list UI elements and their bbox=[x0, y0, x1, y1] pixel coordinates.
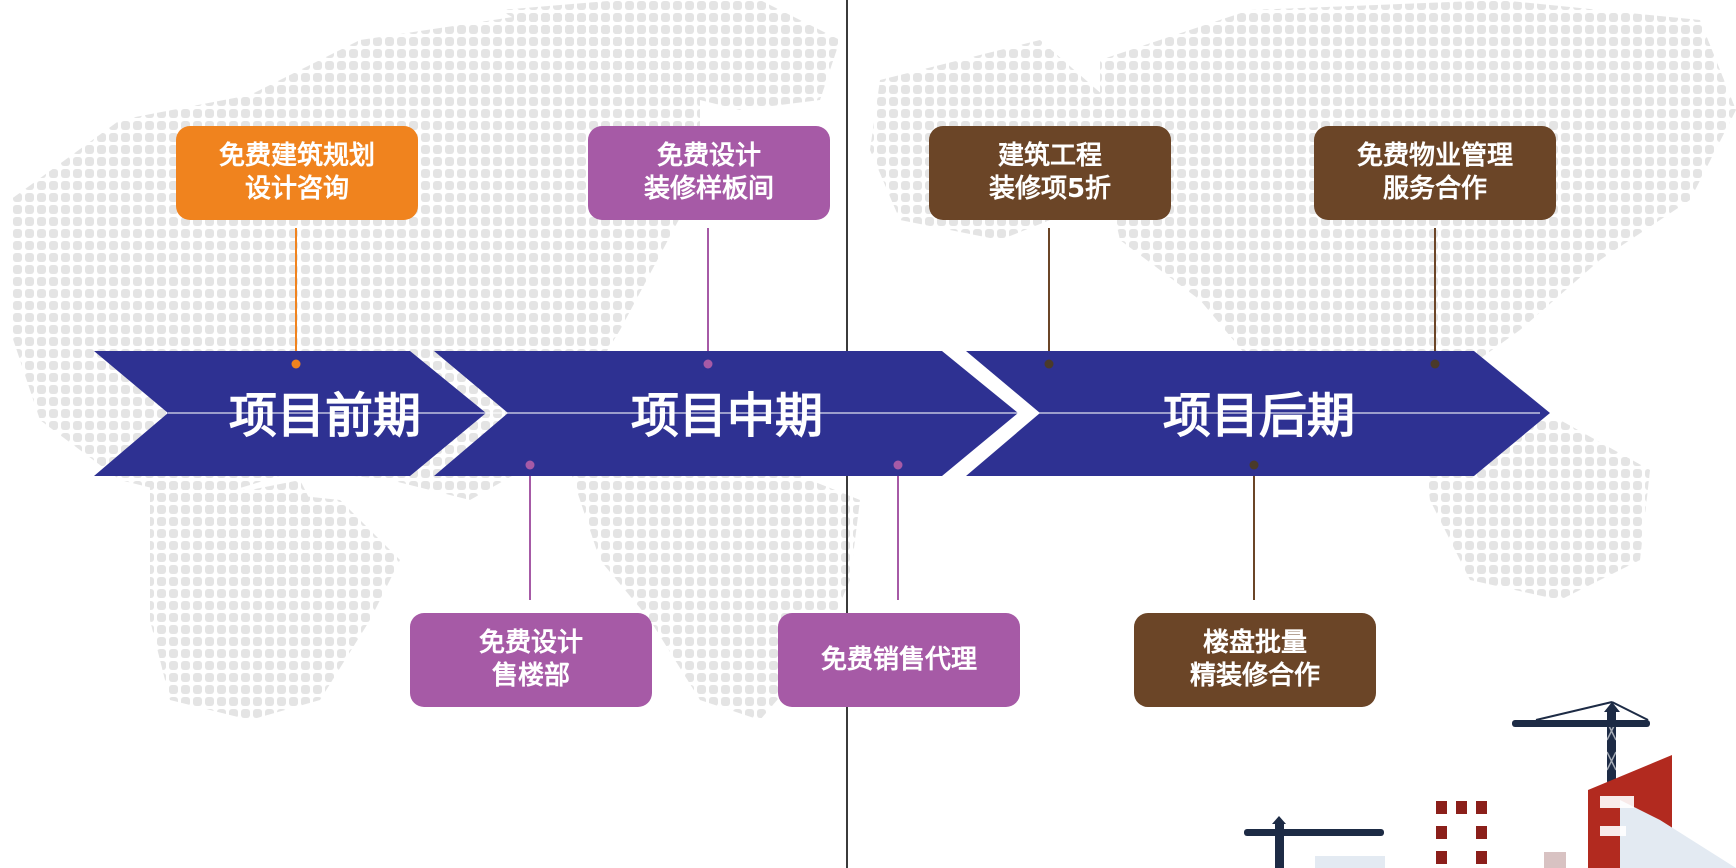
construction-illustration bbox=[1244, 701, 1736, 868]
small-building-icon bbox=[1544, 852, 1566, 868]
process-diagram: 项目前期 项目中期 项目后期 免费建筑规划 设计咨询 免费设计 装修样板间 建筑… bbox=[0, 0, 1736, 868]
dotted-building-icon bbox=[1436, 801, 1487, 864]
building-base-icon bbox=[1315, 856, 1385, 868]
